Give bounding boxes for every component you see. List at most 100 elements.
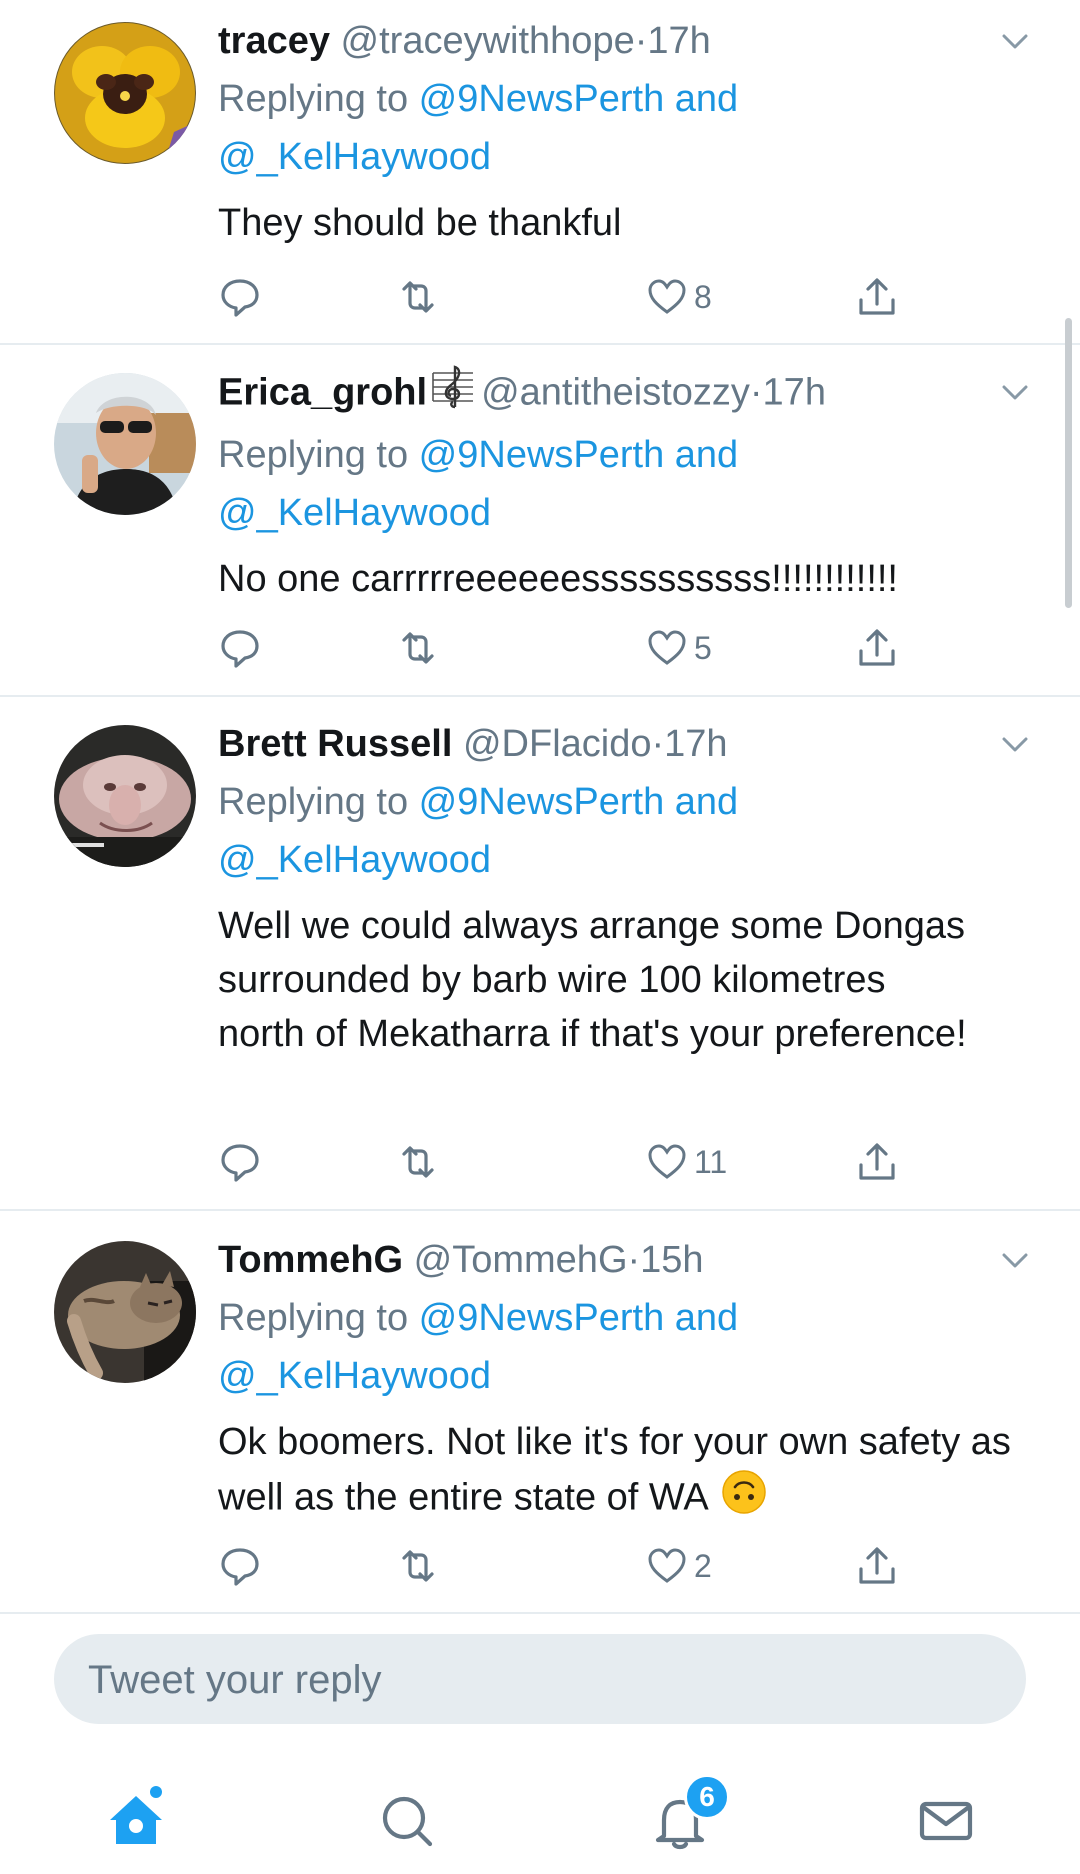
- tweet-text: They should be thankful: [218, 202, 622, 244]
- tab-home[interactable]: [96, 1780, 176, 1860]
- avatar[interactable]: [54, 725, 196, 867]
- timestamp[interactable]: 17h: [763, 372, 826, 414]
- replying-to-label: Replying to: [218, 78, 419, 120]
- tweet-content: tracey @traceywithhope·17h Replying to @…: [218, 12, 1050, 250]
- tweet[interactable]: Brett Russell @DFlacido·17h Replying to …: [0, 695, 1080, 1211]
- retweet-icon: [402, 1146, 434, 1178]
- timestamp[interactable]: 17h: [664, 723, 727, 765]
- tweet-header: TommehG @TommehG·15h: [218, 1231, 1050, 1289]
- replying-to: Replying to @9NewsPerth and @_KelHaywood: [218, 1289, 1050, 1405]
- home-icon: [110, 1786, 162, 1844]
- reply-button[interactable]: [218, 623, 262, 673]
- tweet-actions: 2: [218, 1541, 1080, 1591]
- notifications-badge: 6: [684, 1774, 730, 1820]
- reply-button[interactable]: [218, 1541, 262, 1591]
- tweet-actions: 8: [218, 272, 1080, 322]
- user-handle[interactable]: @traceywithhope: [341, 20, 635, 62]
- mention-joiner: and: [664, 781, 739, 823]
- separator-dot: ·: [651, 723, 665, 765]
- replying-to-label: Replying to: [218, 434, 419, 476]
- avatar[interactable]: [54, 373, 196, 515]
- tweet-content: TommehG @TommehG·15h Replying to @9NewsP…: [218, 1231, 1050, 1530]
- user-handle[interactable]: @DFlacido: [463, 723, 652, 765]
- mention-link[interactable]: @9NewsPerth: [419, 78, 665, 120]
- reply-composer[interactable]: [54, 1634, 1026, 1724]
- tweet-actions: 5: [218, 623, 1080, 673]
- tweet[interactable]: TommehG @TommehG·15h Replying to @9NewsP…: [0, 1209, 1080, 1614]
- retweet-icon: [402, 281, 434, 313]
- mention-joiner: and: [664, 1297, 739, 1339]
- mention-joiner: and: [664, 434, 739, 476]
- retweet-button[interactable]: [396, 1541, 440, 1591]
- reply-icon: [221, 1144, 259, 1182]
- mention-link[interactable]: @9NewsPerth: [419, 781, 665, 823]
- retweet-button[interactable]: [396, 1137, 440, 1187]
- share-button[interactable]: [856, 623, 898, 673]
- share-icon: [859, 1143, 895, 1180]
- tweet[interactable]: Erica_grohl @antitheistozzy·17h Replying …: [0, 343, 1080, 697]
- tab-messages[interactable]: [906, 1780, 986, 1860]
- retweet-icon: [402, 1550, 434, 1582]
- retweet-icon: [402, 632, 434, 664]
- reply-icon: [221, 279, 259, 317]
- heart-icon: [648, 630, 686, 665]
- timestamp[interactable]: 15h: [640, 1239, 703, 1281]
- tweet-text: Ok boomers. Not like it's for your own s…: [218, 1415, 1018, 1530]
- like-button[interactable]: 2: [646, 1541, 712, 1591]
- share-button[interactable]: [856, 1137, 898, 1187]
- mention-link[interactable]: @_KelHaywood: [218, 136, 491, 178]
- share-button[interactable]: [856, 1541, 898, 1591]
- like-button[interactable]: 8: [646, 272, 712, 322]
- tweet-header: tracey @traceywithhope·17h: [218, 12, 1050, 70]
- user-handle[interactable]: @TommehG: [414, 1239, 628, 1281]
- display-name[interactable]: TommehG: [218, 1239, 403, 1281]
- tweet-content: Erica_grohl @antitheistozzy·17h Replying …: [218, 363, 1050, 606]
- tweet-reply-input[interactable]: [86, 1650, 970, 1710]
- user-handle[interactable]: @antitheistozzy: [481, 372, 750, 414]
- avatar[interactable]: [54, 22, 196, 164]
- display-name[interactable]: Brett Russell: [218, 723, 452, 765]
- replying-to: Replying to @9NewsPerth and @_KelHaywood: [218, 773, 1050, 889]
- search-icon: [382, 1796, 433, 1847]
- mention-link[interactable]: @_KelHaywood: [218, 1355, 491, 1397]
- mention-link[interactable]: @9NewsPerth: [419, 434, 665, 476]
- replying-to-label: Replying to: [218, 1297, 419, 1339]
- retweet-button[interactable]: [396, 272, 440, 322]
- like-button[interactable]: 5: [646, 623, 712, 673]
- tweet-header: Erica_grohl @antitheistozzy·17h: [218, 363, 1050, 426]
- reply-icon: [221, 630, 259, 668]
- like-button[interactable]: 11: [646, 1137, 727, 1187]
- separator-dot: ·: [627, 1239, 641, 1281]
- replying-to: Replying to @9NewsPerth and @_KelHaywood: [218, 70, 1050, 186]
- upside-down-face-emoji-icon: [721, 1469, 767, 1530]
- like-count: 5: [694, 629, 712, 666]
- tweet[interactable]: tracey @traceywithhope·17h Replying to @…: [0, 0, 1080, 345]
- avatar[interactable]: [54, 1241, 196, 1383]
- reply-button[interactable]: [218, 272, 262, 322]
- separator-dot: ·: [749, 371, 763, 414]
- share-button[interactable]: [856, 272, 898, 322]
- tweet-text: Well we could always arrange some Dongas…: [218, 905, 967, 1055]
- scrollbar[interactable]: [1065, 318, 1072, 608]
- reply-icon: [221, 1548, 259, 1586]
- replying-to-label: Replying to: [218, 781, 419, 823]
- display-name[interactable]: Erica_grohl: [218, 372, 427, 414]
- tweet-content: Brett Russell @DFlacido·17h Replying to …: [218, 715, 1050, 1061]
- tweet-text: No one carrrrreeeeeessssssssss!!!!!!!!!!…: [218, 558, 898, 600]
- mention-joiner: and: [664, 78, 739, 120]
- tab-search[interactable]: [368, 1780, 448, 1860]
- heart-icon: [648, 279, 686, 314]
- like-count: 8: [694, 278, 712, 315]
- like-count: 11: [694, 1143, 728, 1180]
- retweet-button[interactable]: [396, 623, 440, 673]
- timestamp[interactable]: 17h: [647, 20, 710, 62]
- mention-link[interactable]: @9NewsPerth: [419, 1297, 665, 1339]
- share-icon: [859, 629, 895, 666]
- mention-link[interactable]: @_KelHaywood: [218, 492, 491, 534]
- display-name[interactable]: tracey: [218, 20, 330, 62]
- share-icon: [859, 1547, 895, 1584]
- mention-link[interactable]: @_KelHaywood: [218, 839, 491, 881]
- reply-button[interactable]: [218, 1137, 262, 1187]
- tweet-text-content: Ok boomers. Not like it's for your own s…: [218, 1421, 1011, 1519]
- tab-notifications[interactable]: 6: [640, 1774, 730, 1860]
